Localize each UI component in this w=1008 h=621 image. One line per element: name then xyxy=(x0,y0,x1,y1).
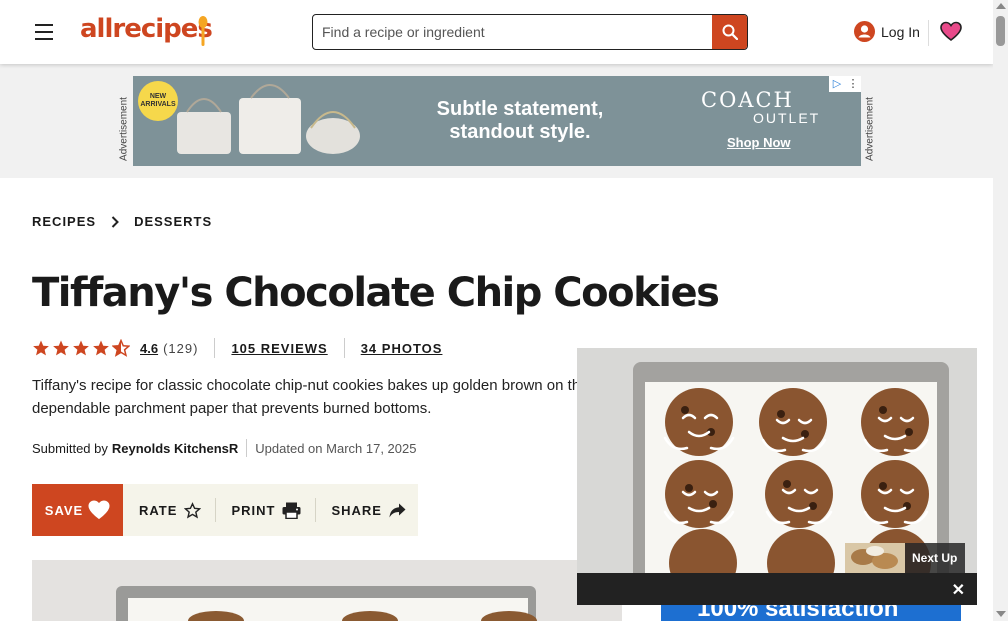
divider xyxy=(315,498,317,522)
updated-date: Updated on March 17, 2025 xyxy=(255,440,417,456)
star-icon xyxy=(53,340,69,356)
divider xyxy=(214,338,216,358)
advertisement-banner[interactable]: NEW ARRIVALS Subtle statement, standout … xyxy=(133,76,861,166)
site-logo[interactable]: allrecipes xyxy=(80,14,213,44)
breadcrumb: RECIPES DESSERTS xyxy=(32,214,212,229)
promo-banner[interactable]: 100% satisfaction xyxy=(661,605,961,621)
action-bar: SAVE RATE PRINT SHARE xyxy=(32,484,418,536)
star-icon xyxy=(33,340,49,356)
chevron-right-icon xyxy=(111,215,119,228)
video-player[interactable] xyxy=(577,348,977,573)
rating-value[interactable]: 4.6 xyxy=(140,341,158,356)
save-label: SAVE xyxy=(44,502,84,518)
recipe-main-image[interactable] xyxy=(32,560,622,621)
cookies-photo xyxy=(32,560,622,621)
print-button[interactable]: PRINT xyxy=(231,484,301,536)
heart-outline-icon xyxy=(88,500,110,520)
ad-brand-sub: OUTLET xyxy=(753,110,821,126)
submitted-info: Submitted by Reynolds KitchensR Updated … xyxy=(32,439,416,457)
search-button[interactable] xyxy=(712,15,747,49)
ad-choices-icon[interactable]: ▷ xyxy=(829,76,845,92)
search-input[interactable] xyxy=(313,15,713,49)
share-button[interactable]: SHARE xyxy=(331,484,406,536)
recipe-title: Tiffany's Chocolate Chip Cookies xyxy=(32,270,720,316)
scroll-down-arrow[interactable] xyxy=(996,611,1006,617)
close-icon[interactable]: ✕ xyxy=(952,580,965,600)
heart-icon xyxy=(940,21,962,42)
divider xyxy=(246,439,248,457)
breadcrumb-recipes[interactable]: RECIPES xyxy=(32,214,96,229)
login-label: Log In xyxy=(881,23,920,40)
menu-icon[interactable] xyxy=(35,24,53,40)
share-arrow-icon xyxy=(389,503,406,517)
logo-spoon-icon xyxy=(198,16,208,46)
cookie-tray-video-frame xyxy=(577,348,977,573)
ad-choices[interactable]: ▷ ⋮ xyxy=(829,76,861,92)
next-up-button[interactable]: Next Up xyxy=(845,543,965,573)
print-label: PRINT xyxy=(231,502,276,518)
next-up-label: Next Up xyxy=(912,551,958,565)
star-icon xyxy=(93,340,109,356)
video-control-bar: ✕ xyxy=(577,573,977,605)
user-icon xyxy=(854,21,875,42)
search-icon xyxy=(722,24,738,40)
star-icon xyxy=(73,340,89,356)
rate-button[interactable]: RATE xyxy=(139,484,202,536)
ad-brand: COACH xyxy=(701,88,794,112)
header-divider xyxy=(928,20,929,46)
next-up-thumbnail xyxy=(845,543,905,573)
rate-label: RATE xyxy=(139,502,178,518)
scroll-thumb[interactable] xyxy=(996,16,1005,46)
printer-icon xyxy=(282,502,301,519)
ad-headline: Subtle statement, standout style. xyxy=(436,98,604,143)
submitted-prefix: Submitted by xyxy=(32,440,108,456)
ad-band: Advertisement NEW ARRIVALS Subtle statem… xyxy=(0,64,993,178)
rating-count: (129) xyxy=(163,340,199,356)
ad-handbags-image xyxy=(177,84,360,154)
star-rating[interactable] xyxy=(32,339,132,357)
divider xyxy=(215,498,217,522)
recipe-description: Tiffany's recipe for classic chocolate c… xyxy=(32,377,577,417)
reviews-link[interactable]: 105 REVIEWS xyxy=(231,341,327,356)
promo-text: 100% satisfaction xyxy=(697,605,899,621)
star-outline-icon xyxy=(184,501,202,518)
scroll-up-arrow[interactable] xyxy=(996,3,1006,9)
rating-row: 4.6 (129) 105 REVIEWS 34 PHOTOS xyxy=(32,338,442,358)
ad-cta-link[interactable]: Shop Now xyxy=(727,135,791,150)
photos-link[interactable]: 34 PHOTOS xyxy=(361,341,443,356)
login-button[interactable]: Log In xyxy=(854,21,920,42)
site-header: allrecipes Log In xyxy=(0,0,993,64)
author-link[interactable]: Reynolds KitchensR xyxy=(112,441,238,456)
star-half-icon xyxy=(112,339,130,357)
share-label: SHARE xyxy=(331,502,382,518)
ad-label-left: Advertisement xyxy=(118,97,130,161)
next-up-image xyxy=(845,543,905,573)
favorites-button[interactable] xyxy=(940,21,962,47)
scrollbar[interactable] xyxy=(993,0,1008,621)
breadcrumb-desserts[interactable]: DESSERTS xyxy=(134,214,212,229)
ad-label-right: Advertisement xyxy=(864,97,876,161)
divider xyxy=(343,338,345,358)
save-button[interactable]: SAVE xyxy=(32,484,123,536)
search-bar xyxy=(312,14,748,50)
ad-more-icon[interactable]: ⋮ xyxy=(845,76,861,92)
